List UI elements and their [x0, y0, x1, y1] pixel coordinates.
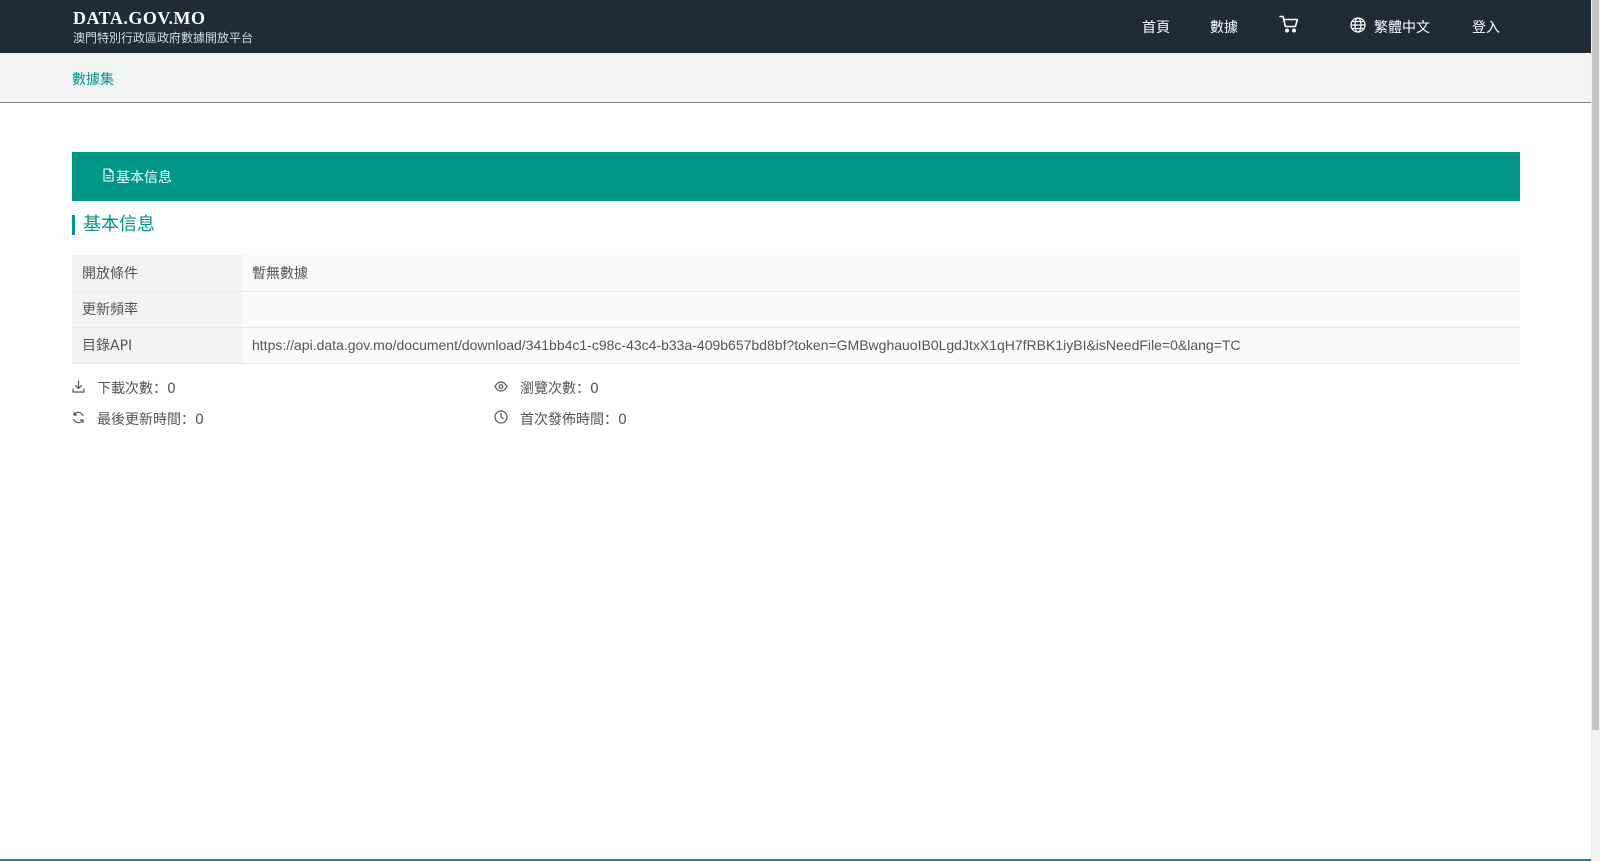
- cart-button[interactable]: [1279, 0, 1299, 50]
- brand-title: DATA.GOV.MO: [73, 8, 206, 28]
- first-published-text: 首次發佈時間：0: [520, 412, 627, 428]
- nav-home-link[interactable]: 首頁: [1142, 0, 1170, 53]
- download-count: 下載次數：0: [72, 378, 176, 398]
- update-frequency-label: 更新頻率: [72, 291, 242, 328]
- view-count-text: 瀏覽次數：0: [520, 381, 599, 397]
- last-updated-text: 最後更新時間：0: [97, 412, 204, 428]
- download-icon: [72, 379, 97, 397]
- refresh-icon: [72, 411, 97, 428]
- globe-icon: [1350, 17, 1366, 33]
- basic-info-table: 開放條件 暫無數據 更新頻率 目錄API https://api.data.go…: [72, 255, 1520, 364]
- scrollbar-thumb[interactable]: [1592, 0, 1599, 730]
- download-count-text: 下載次數：0: [97, 381, 176, 397]
- table-row: 目錄API https://api.data.gov.mo/document/d…: [72, 327, 1520, 364]
- tab-label: 基本信息: [116, 170, 172, 186]
- site-logo[interactable]: DATA.GOV.MO 澳門特別行政區政府數據開放平台: [73, 7, 253, 46]
- top-navbar: DATA.GOV.MO 澳門特別行政區政府數據開放平台 首頁 數據 繁體中文 登…: [0, 0, 1591, 53]
- catalog-api-value[interactable]: https://api.data.gov.mo/document/downloa…: [242, 327, 1520, 364]
- tab-basic-info[interactable]: 基本信息: [102, 167, 172, 187]
- language-switcher[interactable]: 繁體中文: [1350, 0, 1430, 53]
- document-icon: [102, 168, 116, 186]
- last-updated: 最後更新時間：0: [72, 409, 204, 429]
- first-published: 首次發佈時間：0: [494, 409, 627, 429]
- table-row: 開放條件 暫無數據: [72, 255, 1520, 292]
- breadcrumb-datasets-link[interactable]: 數據集: [72, 69, 114, 89]
- catalog-api-label: 目錄API: [72, 327, 242, 364]
- eye-icon: [494, 380, 520, 396]
- view-count: 瀏覽次數：0: [494, 378, 599, 398]
- breadcrumb: 數據集: [0, 53, 1591, 103]
- brand-subtitle: 澳門特別行政區政府數據開放平台: [73, 31, 254, 45]
- update-frequency-value: [242, 291, 1520, 328]
- clock-icon: [494, 410, 520, 428]
- section-title: 基本信息: [72, 215, 155, 235]
- open-condition-value: 暫無數據: [242, 255, 1520, 292]
- nav-data-link[interactable]: 數據: [1210, 0, 1238, 53]
- login-link[interactable]: 登入: [1472, 0, 1500, 53]
- cart-icon: [1279, 15, 1299, 33]
- detail-tab-bar: 基本信息: [72, 152, 1520, 201]
- table-row: 更新頻率: [72, 291, 1520, 328]
- open-condition-label: 開放條件: [72, 255, 242, 292]
- language-label: 繁體中文: [1374, 19, 1430, 36]
